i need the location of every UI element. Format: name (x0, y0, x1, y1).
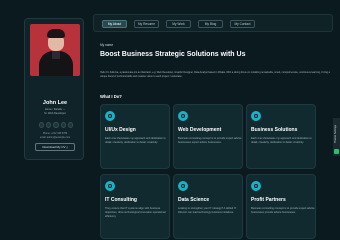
service-title: IT Consulting (105, 197, 137, 203)
service-desc: Business consulting concept is to provid… (251, 207, 315, 214)
profile-breadcrumb: Home / Details — (44, 108, 66, 111)
service-card[interactable]: Profit Partners Business consulting conc… (246, 174, 316, 239)
gear-icon (334, 149, 339, 154)
profile-card: John Lee Home / Details — Sr. Web Develo… (24, 18, 84, 160)
page: John Lee Home / Details — Sr. Web Develo… (0, 0, 340, 240)
service-title: Web Development (178, 127, 222, 133)
tab-about[interactable]: My About (102, 19, 127, 28)
consulting-icon (105, 181, 115, 191)
profile-name: John Lee (42, 100, 68, 106)
theme-settings-tab[interactable]: Theme Settings (333, 118, 340, 156)
top-nav: My About My Resume My Work My Blog My Co… (93, 14, 333, 32)
service-card[interactable]: Web Development Business consulting conc… (173, 104, 243, 169)
services-heading: What I Do? (100, 94, 122, 99)
service-title: UI/Ux Design (105, 127, 136, 133)
page-title: Boost Business Strategic Solutions with … (100, 51, 246, 58)
code-icon (178, 111, 188, 121)
avatar (30, 24, 80, 76)
service-desc: Looking to strengthen your IT strategy? … (178, 207, 237, 214)
profile-phone: Phone: +012 345 6789 (42, 132, 68, 135)
briefcase-icon (251, 111, 261, 121)
instagram-icon[interactable] (60, 122, 66, 128)
twitter-icon[interactable] (46, 122, 52, 128)
download-cv-button[interactable]: Download My CV ⤓ (35, 143, 75, 151)
tab-work[interactable]: My Work (166, 19, 191, 28)
facebook-icon[interactable] (39, 122, 45, 128)
linkedin-icon[interactable] (53, 122, 59, 128)
service-title: Data Science (178, 197, 210, 203)
side-tab-label: Theme Settings (334, 124, 337, 143)
service-title: Profit Partners (251, 197, 286, 203)
tab-resume[interactable]: My Resume (134, 19, 159, 28)
service-desc: Business consulting concept is to provid… (178, 137, 242, 144)
service-desc: Each one showcases my approach and dedic… (105, 137, 166, 144)
chart-icon (178, 181, 188, 191)
profile-role: Sr. Web Developer (44, 112, 66, 115)
service-card[interactable]: UI/Ux Design Each one showcases my appro… (100, 104, 170, 169)
design-icon (105, 111, 115, 121)
intro-text: Hello I'm holinma, a passionate pro an i… (100, 71, 330, 78)
service-card[interactable]: Business Solutions Each one showcases my… (246, 104, 316, 169)
service-card[interactable]: IT Consulting They ensure that IT system… (100, 174, 170, 239)
service-desc: Each one showcases my approach and dedic… (251, 137, 312, 144)
service-title: Business Solutions (251, 127, 298, 133)
service-card[interactable]: Data Science Looking to strengthen your … (173, 174, 243, 239)
section-label: My name (100, 43, 114, 47)
tab-blog[interactable]: My Blog (198, 19, 223, 28)
social-links (39, 122, 74, 128)
tab-contact[interactable]: My Contact (230, 19, 255, 28)
handshake-icon (251, 181, 261, 191)
dribbble-icon[interactable] (67, 122, 74, 128)
service-desc: They ensure that IT systems align with b… (105, 207, 166, 218)
profile-email: email: admin@example.com (39, 136, 71, 139)
